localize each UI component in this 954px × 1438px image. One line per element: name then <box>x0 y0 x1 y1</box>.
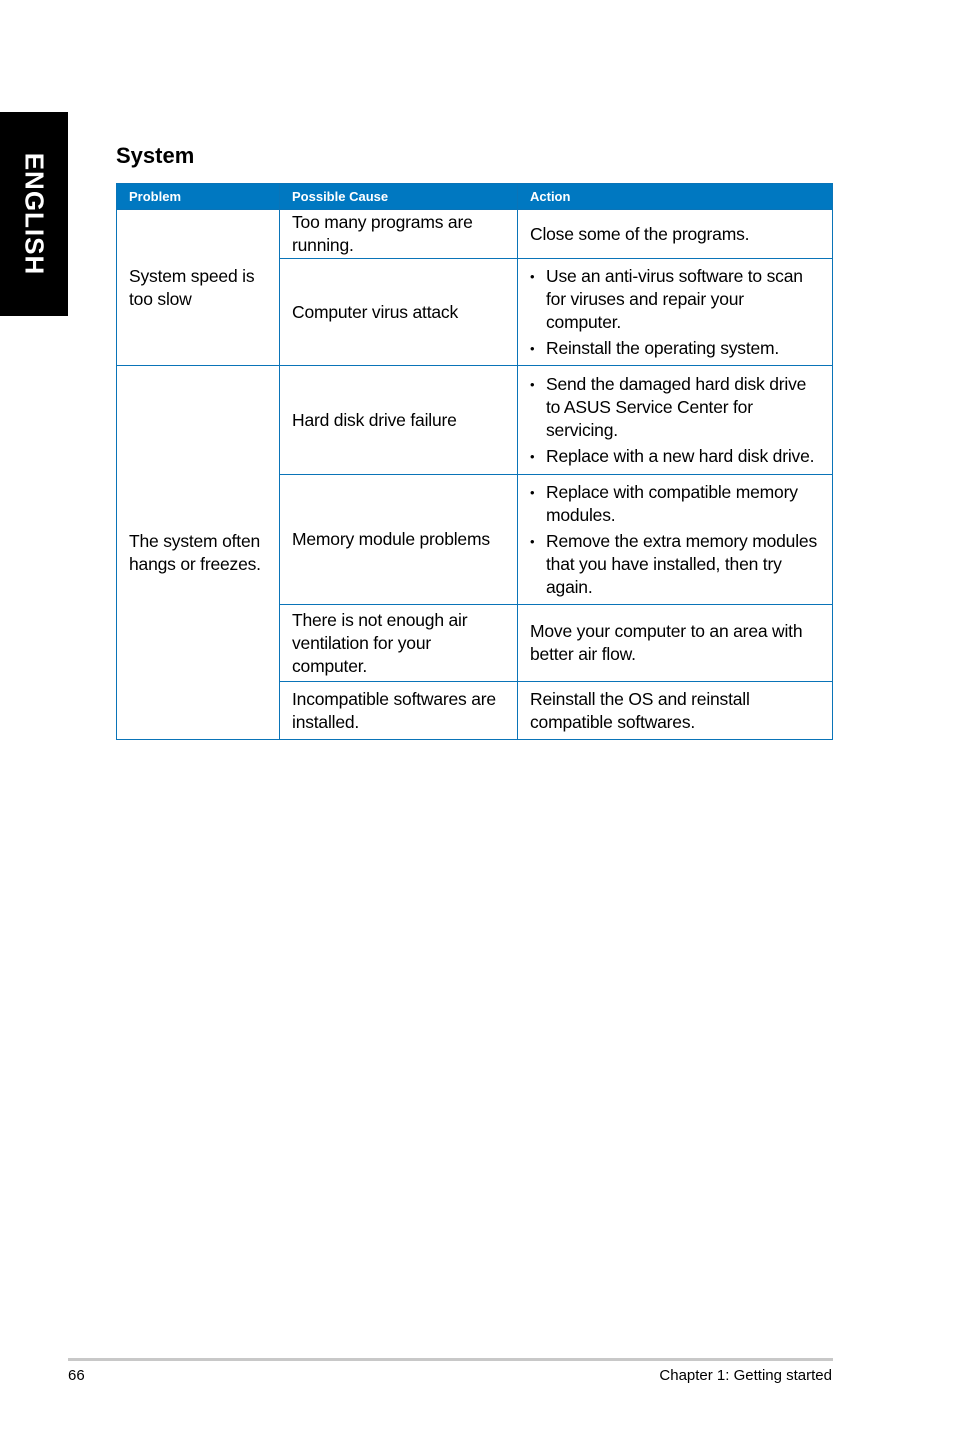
action-bullet: Reinstall the operating system. <box>530 337 820 360</box>
page-number: 66 <box>68 1367 85 1384</box>
chapter-title: Chapter 1: Getting started <box>659 1367 832 1384</box>
section-title: System <box>116 143 195 168</box>
action-bullet: Remove the extra memory modules that you… <box>530 530 820 599</box>
action-bullet: Replace with a new hard disk drive. <box>530 445 820 468</box>
action-bullet: Replace with compatible memory modules. <box>530 481 820 527</box>
header-problem: Problem <box>116 183 280 210</box>
cause-cell: Too many programs are running. <box>279 209 518 259</box>
action-cell: Close some of the programs. <box>517 209 833 259</box>
table-header-row: Problem Possible Cause Action <box>116 183 833 210</box>
header-possible-cause: Possible Cause <box>279 183 518 210</box>
problem-cell: The system often hangs or freezes. <box>116 365 280 740</box>
table-row: System speed is too slow Too many progra… <box>116 209 833 366</box>
action-cell: Move your computer to an area with bette… <box>517 604 833 682</box>
table-row: The system often hangs or freezes. Hard … <box>116 365 833 740</box>
action-cell: Send the damaged hard disk drive to ASUS… <box>517 365 833 475</box>
footer-divider <box>68 1358 833 1361</box>
cause-cell: There is not enough air ventilation for … <box>279 604 518 682</box>
problem-cell: System speed is too slow <box>116 209 280 366</box>
language-tab-label: ENGLISH <box>19 152 50 276</box>
action-cell: Replace with compatible memory modules. … <box>517 474 833 605</box>
language-tab: ENGLISH <box>0 112 68 316</box>
header-action: Action <box>517 183 833 210</box>
cause-cell: Memory module problems <box>279 474 518 605</box>
cause-cell: Computer virus attack <box>279 258 518 366</box>
action-cell: Reinstall the OS and reinstall compatibl… <box>517 681 833 740</box>
action-bullet: Send the damaged hard disk drive to ASUS… <box>530 373 820 442</box>
cause-cell: Incompatible softwares are installed. <box>279 681 518 740</box>
cause-cell: Hard disk drive failure <box>279 365 518 475</box>
troubleshooting-table: Problem Possible Cause Action System spe… <box>116 183 833 740</box>
action-cell: Use an anti-virus software to scan for v… <box>517 258 833 366</box>
action-bullet: Use an anti-virus software to scan for v… <box>530 265 820 334</box>
